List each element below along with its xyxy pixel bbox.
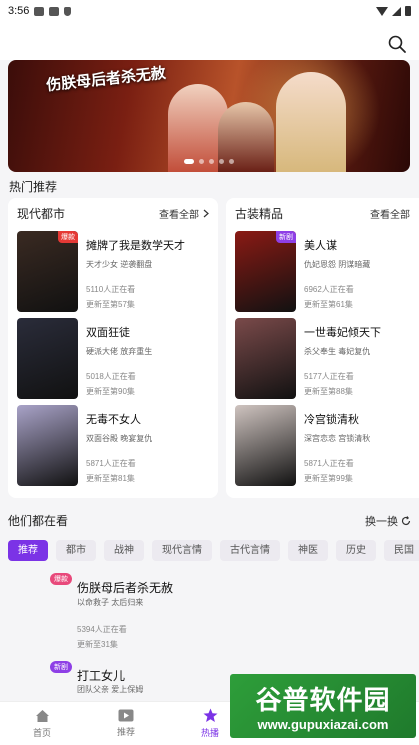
see-all-button[interactable]: 查看全部 [370, 206, 410, 221]
list-episodes: 更新至31集 [77, 640, 118, 649]
list-tags: 团队父亲 爱上保姆 [77, 685, 144, 694]
drama-views: 6962人正在看 [304, 285, 354, 294]
drama-episodes: 更新至第99集 [304, 474, 353, 483]
drama-poster[interactable] [17, 405, 78, 486]
drama-title[interactable]: 摊牌了我是数学天才 [86, 237, 185, 253]
play-icon [118, 709, 134, 722]
settings-icon [34, 6, 45, 16]
drama-tags: 天才少女 逆袭翻盘 [86, 260, 153, 269]
wifi-icon [376, 6, 388, 16]
banner-dot[interactable] [219, 159, 224, 164]
drama-poster[interactable] [235, 318, 296, 399]
chat-icon [49, 6, 60, 16]
banner-dot[interactable] [209, 159, 214, 164]
card-title: 古装精品 [235, 206, 284, 221]
see-all-button[interactable]: 查看全部 [159, 206, 209, 221]
status-bar: 3:56 [0, 0, 419, 22]
chip-category[interactable]: 古代言情 [220, 540, 280, 561]
signal-icon [392, 6, 401, 16]
drama-episodes: 更新至第88集 [304, 387, 353, 396]
search-icon[interactable] [387, 34, 407, 54]
drama-item[interactable]: 一世毒妃倾天下杀父奉生 毒妃复仇 5177人正在看 更新至第88集 [226, 315, 419, 402]
drama-item[interactable]: 无毒不女人双面谷殿 晚宴复仇 5871人正在看 更新至第81集 [8, 402, 218, 489]
chip-category[interactable]: 民国 [384, 540, 419, 561]
list-views: 5394人正在看 [77, 625, 127, 634]
drama-episodes: 更新至第57集 [86, 300, 135, 309]
section-title-watching: 他们都在看 [8, 514, 69, 528]
shield-icon [64, 6, 72, 16]
banner-title: 伤朕母后者杀无赦 [45, 63, 167, 95]
drama-tags: 杀父奉生 毒妃复仇 [304, 347, 371, 356]
banner-dot[interactable] [229, 159, 234, 164]
drama-title[interactable]: 无毒不女人 [86, 411, 152, 427]
drama-views: 5018人正在看 [86, 372, 136, 381]
drama-poster[interactable] [235, 405, 296, 486]
banner-dot[interactable] [184, 159, 194, 164]
watching-header: 他们都在看 换一换 [8, 512, 411, 529]
card-title: 现代都市 [17, 206, 66, 221]
drama-item[interactable]: 冷宫锁清秋深宫恋恋 宫锁清秋 5871人正在看 更新至第99集 [226, 402, 419, 489]
drama-tags: 双面谷殿 晚宴复仇 [86, 434, 153, 443]
category-chips: 推荐 都市 战神 现代言情 古代言情 神医 历史 民国 [8, 540, 419, 561]
drama-episodes: 更新至第90集 [86, 387, 135, 396]
refresh-icon [401, 515, 411, 525]
nav-recommend[interactable]: 推荐 [84, 702, 168, 745]
drama-item[interactable]: 新剧 美人谋仇妃恩怨 阴谋暗藏 6962人正在看 更新至第61集 [226, 228, 419, 315]
poster-badge: 爆款 [58, 231, 78, 243]
drama-title[interactable]: 冷宫锁清秋 [304, 411, 370, 427]
battery-icon [405, 6, 411, 16]
status-time: 3:56 [8, 5, 30, 17]
home-icon [35, 709, 49, 722]
list-title[interactable]: 伤朕母后者杀无赦 [77, 579, 173, 596]
category-card-modern: 现代都市 查看全部 爆款 摊牌了我是数学天才天才少女 逆袭翻盘 5110人正在看 更新… [8, 198, 218, 498]
drama-title[interactable]: 双面狂徒 [86, 324, 152, 340]
drama-tags: 深宫恋恋 宫锁清秋 [304, 434, 371, 443]
drama-views: 5871人正在看 [304, 459, 354, 468]
star-icon [203, 708, 217, 722]
chip-category[interactable]: 历史 [336, 540, 376, 561]
banner-dot[interactable] [199, 159, 204, 164]
drama-views: 5871人正在看 [86, 459, 136, 468]
drama-item[interactable]: 爆款 摊牌了我是数学天才天才少女 逆袭翻盘 5110人正在看 更新至第57集 [8, 228, 218, 315]
chip-category[interactable]: 推荐 [8, 540, 48, 561]
banner-pagination [184, 159, 234, 164]
drama-episodes: 更新至第81集 [86, 474, 135, 483]
chip-category[interactable]: 现代言情 [152, 540, 212, 561]
chevron-right-icon [203, 209, 209, 217]
list-badge: 新剧 [50, 661, 72, 673]
drama-views: 5177人正在看 [304, 372, 354, 381]
nav-home[interactable]: 首页 [0, 702, 84, 745]
banner-figure [276, 72, 346, 172]
drama-poster[interactable]: 新剧 [235, 231, 296, 312]
drama-tags: 硬派大佬 放弃重生 [86, 347, 153, 356]
poster-badge: 新剧 [276, 231, 296, 243]
list-tags: 以命救子 太后归来 [77, 598, 144, 607]
drama-poster[interactable]: 爆款 [17, 231, 78, 312]
category-card-ancient: 古装精品 查看全部 新剧 美人谋仇妃恩怨 阴谋暗藏 6962人正在看 更新至第61集一… [226, 198, 419, 498]
top-bar [0, 22, 419, 60]
drama-episodes: 更新至第61集 [304, 300, 353, 309]
hero-banner[interactable]: 伤朕母后者杀无赦 [8, 60, 410, 172]
drama-title[interactable]: 美人谋 [304, 237, 370, 253]
drama-poster[interactable] [17, 318, 78, 399]
watermark-logo: 谷普软件园 www.gupuxiazai.com [230, 674, 416, 738]
chip-category[interactable]: 神医 [288, 540, 328, 561]
drama-title[interactable]: 一世毒妃倾天下 [304, 324, 381, 340]
list-title[interactable]: 打工女儿 [77, 667, 125, 684]
drama-item[interactable]: 双面狂徒硬派大佬 放弃重生 5018人正在看 更新至第90集 [8, 315, 218, 402]
chip-category[interactable]: 都市 [56, 540, 96, 561]
section-title-hot: 热门推荐 [9, 180, 58, 194]
chip-category[interactable]: 战神 [104, 540, 144, 561]
list-badge: 爆款 [50, 573, 72, 585]
drama-tags: 仇妃恩怨 阴谋暗藏 [304, 260, 371, 269]
drama-views: 5110人正在看 [86, 285, 136, 294]
refresh-button[interactable]: 换一换 [365, 513, 411, 529]
